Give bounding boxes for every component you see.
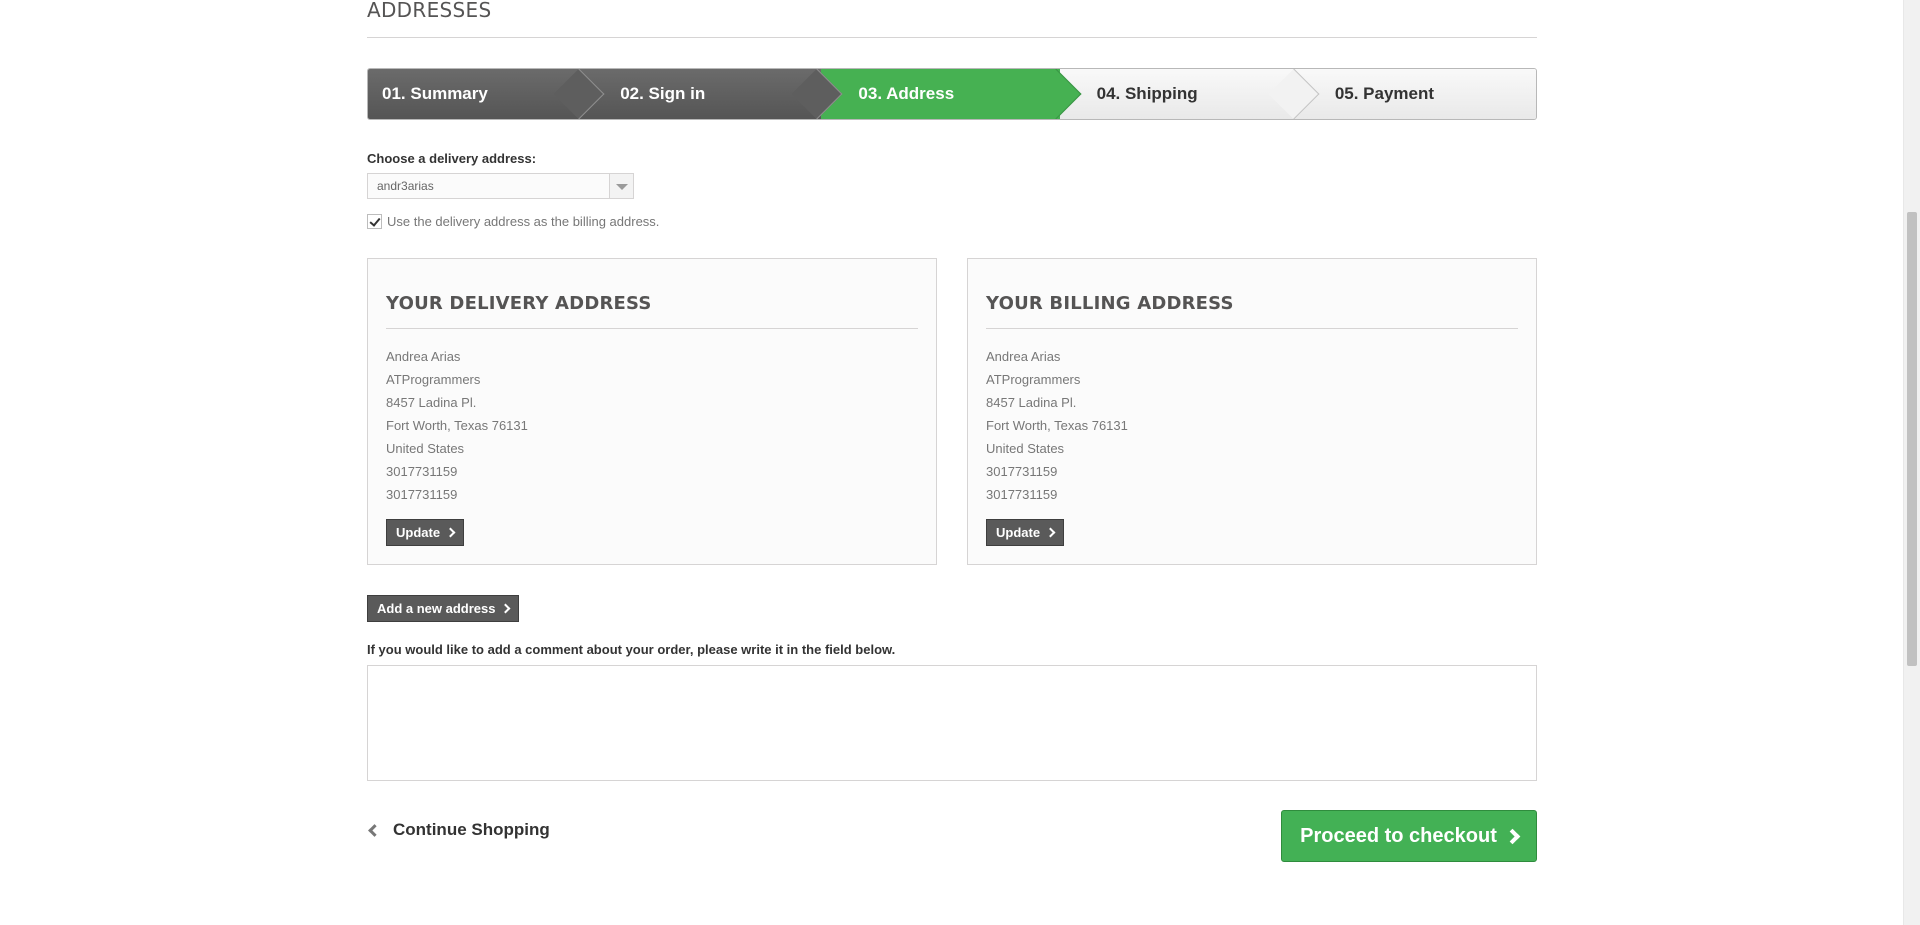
order-comment-input[interactable]	[367, 665, 1537, 781]
delivery-address-select[interactable]: andr3arias	[367, 173, 634, 199]
address-city: Fort Worth, Texas 76131	[986, 418, 1128, 433]
address-city: Fort Worth, Texas 76131	[386, 418, 528, 433]
step-label: 02. Sign in	[620, 84, 706, 103]
delivery-address-label: Choose a delivery address:	[367, 151, 537, 166]
continue-shopping-link[interactable]: Continue Shopping	[367, 820, 550, 840]
delivery-address-title: YOUR DELIVERY ADDRESS	[386, 276, 918, 329]
step-label: 05. Payment	[1334, 84, 1435, 103]
button-label: Update	[996, 525, 1041, 540]
address-company: ATProgrammers	[386, 372, 481, 387]
chevron-right-icon	[1504, 828, 1521, 844]
checkout-steps: 01. Summary 02. Sign in 03. Address 04. …	[367, 68, 1537, 120]
page-scrollbar[interactable]	[1903, 0, 1920, 925]
checkout-label: Proceed to checkout	[1300, 824, 1497, 847]
same-billing-label[interactable]: Use the delivery address as the billing …	[387, 214, 659, 229]
chevron-right-icon	[445, 527, 456, 538]
continue-shopping-label: Continue Shopping	[393, 820, 550, 839]
scrollbar-thumb[interactable]	[1907, 212, 1917, 666]
address-name: Andrea Arias	[986, 349, 1061, 364]
billing-address-title: YOUR BILLING ADDRESS	[986, 276, 1518, 329]
order-comment-label: If you would like to add a comment about…	[367, 642, 896, 657]
address-phone: 3017731159	[386, 464, 458, 479]
billing-address-box: YOUR BILLING ADDRESS Andrea Arias ATProg…	[967, 258, 1537, 565]
step-payment: 05. Payment	[1297, 69, 1536, 119]
address-country: United States	[986, 441, 1065, 456]
button-label: Update	[396, 525, 441, 540]
chevron-right-icon	[501, 603, 511, 614]
address-phone: 3017731159	[986, 464, 1058, 479]
page-title: ADDRESSES	[367, 0, 1537, 38]
address-street: 8457 Ladina Pl.	[986, 395, 1077, 410]
address-country: United States	[386, 441, 465, 456]
update-delivery-button[interactable]: Update	[386, 519, 465, 546]
address-mobile: 3017731159	[986, 487, 1058, 502]
update-billing-button[interactable]: Update	[986, 519, 1065, 546]
address-street: 8457 Ladina Pl.	[386, 395, 477, 410]
button-label: Add a new address	[377, 601, 496, 616]
chevron-down-icon[interactable]	[609, 174, 633, 198]
select-value: andr3arias	[377, 179, 434, 193]
add-new-address-button[interactable]: Add a new address	[367, 595, 520, 622]
step-shipping: 04. Shipping	[1059, 69, 1320, 119]
step-label: 04. Shipping	[1096, 84, 1198, 103]
address-company: ATProgrammers	[986, 372, 1081, 387]
address-mobile: 3017731159	[386, 487, 458, 502]
same-billing-checkbox[interactable]	[367, 214, 382, 229]
chevron-left-icon	[368, 823, 381, 837]
proceed-to-checkout-button[interactable]: Proceed to checkout	[1281, 810, 1537, 862]
page: ADDRESSES 01. Summary 02. Sign in 03. Ad…	[0, 0, 1920, 925]
step-label: 01. Summary	[382, 84, 488, 103]
address-name: Andrea Arias	[386, 349, 461, 364]
step-summary[interactable]: 01. Summary	[368, 69, 605, 119]
step-address: 03. Address	[821, 69, 1082, 119]
step-label: 03. Address	[858, 84, 955, 103]
chevron-right-icon	[1045, 527, 1056, 538]
delivery-address-box: YOUR DELIVERY ADDRESS Andrea Arias ATPro…	[367, 258, 937, 565]
same-billing-option[interactable]: Use the delivery address as the billing …	[367, 214, 659, 229]
step-sign-in[interactable]: 02. Sign in	[583, 69, 843, 119]
